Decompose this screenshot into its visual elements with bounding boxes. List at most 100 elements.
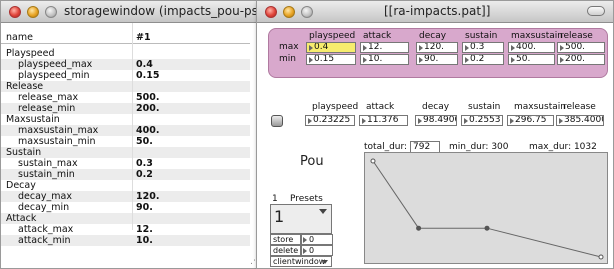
table-row[interactable]: playspeed_min 0.15 (1, 70, 250, 81)
zoom-button[interactable] (301, 6, 313, 18)
current-value-attack[interactable]: 11.376 (359, 115, 408, 126)
min-label: min (279, 54, 296, 64)
table-row[interactable]: attack_min 10. (1, 235, 250, 246)
row-label: sustain_max (18, 158, 78, 169)
row-label: Release (6, 81, 44, 92)
preset-slot-value: 1 (274, 207, 285, 226)
number-box-attack-min[interactable]: 10. (360, 54, 409, 65)
number-box-maxsustain-max[interactable]: 400. (508, 42, 555, 53)
envelope-editor[interactable] (364, 152, 608, 264)
row-value: 50. (136, 136, 153, 147)
table-row[interactable]: maxsustain_min 50. (1, 136, 250, 147)
current-header-maxsustain: maxsustain (514, 102, 566, 112)
envelope-point[interactable] (370, 158, 376, 164)
row-label: decay_min (18, 202, 70, 213)
section-header-row[interactable]: Sustain (1, 147, 250, 158)
minimize-button[interactable] (283, 6, 295, 18)
section-header-row[interactable]: Decay (1, 180, 250, 191)
row-value: 0.3 (136, 158, 153, 169)
section-header-row[interactable]: Attack (1, 213, 250, 224)
number-box-attack-max[interactable]: 12. (360, 42, 409, 53)
store-message[interactable]: store (270, 234, 301, 245)
number-box-playspeed-min[interactable]: 0.15 (306, 54, 356, 65)
table-row[interactable]: sustain_min 0.2 (1, 169, 250, 180)
number-box-playspeed-max[interactable]: 0.4 (306, 42, 356, 53)
section-header-row[interactable]: Release (1, 81, 250, 92)
table-row[interactable]: playspeed_max 0.4 (1, 59, 250, 70)
min-dur-label: min_dur: 300 (449, 142, 509, 152)
toggle-button[interactable] (271, 115, 283, 127)
toolbar-toggle-button[interactable] (587, 6, 605, 16)
current-header-decay: decay (422, 102, 450, 112)
section-header-row[interactable]: Playspeed (1, 48, 250, 59)
row-value: 120. (136, 191, 160, 202)
envelope-line (372, 160, 602, 258)
current-header-attack: attack (366, 102, 395, 112)
row-label: Decay (6, 180, 36, 191)
table-row[interactable]: release_min 200. (1, 103, 250, 114)
number-box-decay-max[interactable]: 120. (416, 42, 458, 53)
column-divider (132, 23, 133, 230)
clientwindow-menu[interactable]: clientwindow (270, 256, 332, 267)
delete-message[interactable]: delete (270, 245, 301, 256)
number-box-release-min[interactable]: 200. (557, 54, 605, 65)
column-name-header: name (6, 32, 33, 43)
dropdown-arrow-icon (322, 260, 328, 264)
store-number[interactable]: 0 (301, 234, 333, 245)
number-box-decay-min[interactable]: 90. (416, 54, 458, 65)
title-bar[interactable]: storagewindow (impacts_pou-ps) (1, 1, 263, 23)
row-label: maxsustain_max (18, 125, 99, 136)
table-row[interactable]: decay_max 120. (1, 191, 250, 202)
table-row[interactable]: attack_max 12. (1, 224, 250, 235)
table-row[interactable]: release_max 500. (1, 92, 250, 103)
number-box-maxsustain-min[interactable]: 50. (508, 54, 555, 65)
envelope-graph[interactable] (365, 153, 609, 265)
table-row[interactable]: maxsustain_max 400. (1, 125, 250, 136)
row-value: 12. (136, 224, 153, 235)
current-value-sustain[interactable]: 0.2553 (461, 115, 503, 126)
envelope-point[interactable] (416, 225, 422, 231)
envelope-point[interactable] (484, 225, 490, 231)
presets-menu[interactable]: 1 (270, 204, 332, 234)
section-header-row[interactable]: Maxsustain (1, 114, 250, 125)
row-label: Playspeed (6, 48, 55, 59)
minimize-button[interactable] (27, 6, 39, 18)
row-label: Attack (6, 213, 37, 224)
number-box-release-max[interactable]: 500. (557, 42, 605, 53)
row-label: decay_max (18, 191, 72, 202)
row-value: 400. (136, 125, 160, 136)
row-value: 90. (136, 202, 153, 213)
max-dur-label: max_dur: 1032 (529, 142, 597, 152)
preset-name: Pou (300, 154, 324, 169)
table-row[interactable]: sustain_max 0.3 (1, 158, 250, 169)
row-label: attack_min (18, 235, 71, 246)
row-label: release_min (18, 103, 76, 114)
close-button[interactable] (265, 6, 277, 18)
row-label: playspeed_max (18, 59, 93, 70)
row-label: Maxsustain (6, 114, 60, 125)
table-header: name #1 (1, 31, 250, 44)
delete-number[interactable]: 0 (301, 245, 333, 256)
table-row[interactable]: decay_min 90. (1, 202, 250, 213)
current-value-playspeed[interactable]: 0.23225 (305, 115, 355, 126)
title-bar[interactable]: [[ra-impacts.pat]] (257, 1, 613, 23)
presets-number: 1 (272, 194, 278, 204)
row-value: 0.4 (136, 59, 153, 70)
zoom-button[interactable] (45, 6, 57, 18)
envelope-point[interactable] (598, 254, 604, 260)
close-button[interactable] (9, 6, 21, 18)
clientwindow-label: clientwindow (273, 257, 326, 266)
current-header-release: release (563, 102, 596, 112)
patcher-window: [[ra-impacts.pat]] max min playspeed 0.4 0… (256, 0, 614, 269)
current-value-decay[interactable]: 98.49000 (415, 115, 457, 126)
row-value: 0.15 (136, 70, 160, 81)
row-label: playspeed_min (18, 70, 90, 81)
current-value-maxsustain[interactable]: 296.75 (507, 115, 554, 126)
current-header-playspeed: playspeed (312, 102, 359, 112)
row-label: maxsustain_min (18, 136, 96, 147)
current-value-release[interactable]: 385.4000 (556, 115, 604, 126)
number-box-sustain-min[interactable]: 0.2 (462, 54, 504, 65)
row-value: 0.2 (136, 169, 153, 180)
total-dur-label: total_dur: (364, 142, 408, 152)
number-box-sustain-max[interactable]: 0.3 (462, 42, 504, 53)
